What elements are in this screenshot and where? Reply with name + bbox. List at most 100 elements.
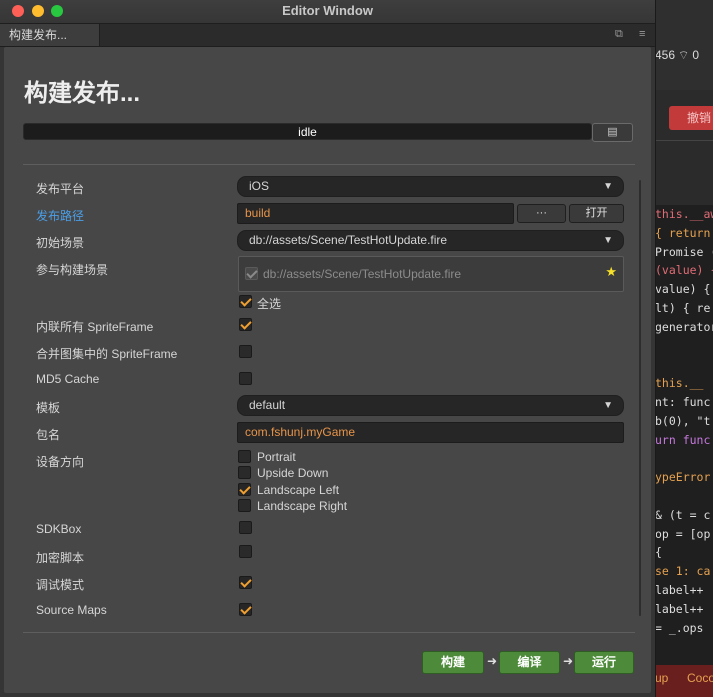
background-app: 456 ⌔ 0 撤销 this.__aw { return Promise ( (valu… — [655, 0, 713, 697]
source-maps-checkbox[interactable] — [239, 603, 252, 616]
code-line: label++ — [655, 582, 704, 597]
code-line: op = [op — [655, 526, 711, 541]
select-all-checkbox[interactable] — [239, 295, 252, 308]
package-name-label: 包名 — [36, 428, 61, 442]
code-line: { — [655, 545, 662, 560]
background-bottom-tab[interactable]: up — [655, 671, 668, 685]
portrait-checkbox[interactable] — [238, 450, 251, 463]
upside-down-checkbox[interactable] — [238, 466, 251, 479]
background-status-tail: 0 — [692, 48, 699, 62]
select-all-label: 全选 — [257, 297, 282, 311]
landscape-left-checkbox[interactable] — [238, 483, 251, 496]
code-line: this.__aw — [655, 207, 713, 221]
platform-select[interactable]: iOS ▼ — [237, 176, 624, 197]
code-line: b(0), "t — [655, 413, 711, 428]
code-line: { return — [655, 225, 711, 240]
merge-atlas-checkbox[interactable] — [239, 345, 252, 358]
inline-spriteframes-checkbox[interactable] — [239, 318, 252, 331]
landscape-left-label: Landscape Left — [257, 483, 340, 497]
code-line: value) { — [655, 282, 711, 297]
document-icon: ▤ — [607, 126, 618, 138]
landscape-right-checkbox[interactable] — [238, 499, 251, 512]
tab-build-publish[interactable]: 构建发布... — [0, 24, 100, 46]
compile-button[interactable]: 编译 — [499, 651, 560, 674]
source-maps-label: Source Maps — [36, 603, 107, 617]
code-line: Promise ( — [655, 244, 713, 259]
included-scenes-label: 参与构建场景 — [36, 263, 109, 277]
code-line: se 1: ca — [655, 564, 711, 579]
background-divider — [655, 140, 713, 141]
star-icon: ★ — [605, 264, 617, 279]
code-line: = _.ops — [655, 620, 704, 635]
build-button[interactable]: 构建 — [422, 651, 484, 674]
chevron-down-icon: ▼ — [603, 181, 613, 192]
start-scene-label: 初始场景 — [36, 236, 85, 250]
code-line: nt: func — [655, 394, 711, 409]
scrollbar[interactable] — [639, 180, 641, 616]
encrypt-js-checkbox[interactable] — [239, 545, 252, 558]
upside-down-label: Upside Down — [257, 466, 329, 480]
title-bar[interactable]: Editor Window — [0, 0, 655, 24]
code-line: lt) { re — [655, 300, 711, 315]
encrypt-js-label: 加密脚本 — [36, 551, 85, 565]
run-button[interactable]: 运行 — [574, 651, 634, 674]
background-code-editor[interactable]: this.__aw { return Promise ( (value) { value… — [655, 205, 713, 665]
window-title: Editor Window — [282, 3, 373, 18]
debug-mode-label: 调试模式 — [36, 578, 85, 592]
landscape-right-label: Landscape Right — [257, 499, 348, 513]
sdkbox-checkbox[interactable] — [239, 521, 252, 534]
code-line: label++ — [655, 601, 704, 616]
chevron-down-icon: ▼ — [603, 235, 613, 246]
build-path-label[interactable]: 发布路径 — [36, 207, 84, 224]
code-line: (value) { — [655, 263, 713, 278]
scene-checkbox[interactable] — [245, 267, 258, 280]
menu-icon[interactable]: ≡ — [639, 28, 645, 40]
background-status: 456 ⌔ 0 — [655, 48, 699, 63]
md5-cache-checkbox[interactable] — [239, 372, 252, 385]
page-title: 构建发布... — [24, 80, 141, 107]
code-line: & (t = c — [655, 507, 711, 522]
background-status-text: 456 — [655, 48, 676, 62]
code-line: generator — [655, 319, 713, 334]
orientation-label: 设备方向 — [36, 455, 85, 469]
template-select[interactable]: default ▼ — [237, 395, 624, 416]
wifi-icon: ⌔ — [678, 48, 690, 62]
tab-bar: 构建发布... ⧉ ≡ — [0, 24, 655, 47]
build-panel: 构建发布... idle ▤ 发布平台 iOS ▼ 发布路径 build ···… — [4, 47, 651, 693]
scene-path: db://assets/Scene/TestHotUpdate.fire — [263, 267, 462, 281]
start-scene-value: db://assets/Scene/TestHotUpdate.fire — [249, 233, 448, 247]
background-topbar — [655, 0, 713, 90]
editor-window: Editor Window 构建发布... ⧉ ≡ 构建发布... idle ▤… — [0, 0, 656, 697]
browse-button[interactable]: ··· — [517, 204, 566, 223]
build-path-input[interactable]: build — [237, 203, 514, 224]
divider — [23, 164, 635, 165]
code-line: this.__ — [655, 376, 704, 391]
popout-icon[interactable]: ⧉ — [615, 28, 623, 41]
template-label: 模板 — [36, 401, 61, 415]
debug-mode-checkbox[interactable] — [239, 576, 252, 589]
sdkbox-label: SDKBox — [36, 522, 82, 536]
start-scene-select[interactable]: db://assets/Scene/TestHotUpdate.fire ▼ — [237, 230, 624, 251]
md5-cache-label: MD5 Cache — [36, 372, 100, 386]
code-line: urn func — [655, 432, 711, 447]
chevron-down-icon: ▼ — [603, 400, 613, 411]
build-status-bar: idle — [23, 123, 592, 140]
open-folder-button[interactable]: 打开 — [569, 204, 624, 223]
divider — [23, 632, 635, 633]
merge-atlas-label: 合并图集中的 SpriteFrame — [36, 347, 178, 361]
platform-label: 发布平台 — [36, 182, 85, 196]
template-value: default — [249, 398, 286, 412]
open-project-button[interactable]: ▤ — [592, 123, 633, 142]
platform-value: iOS — [249, 179, 270, 193]
portrait-label: Portrait — [257, 450, 296, 464]
arrow-right-icon: ➜ — [487, 654, 498, 668]
background-undo-button[interactable]: 撤销 — [669, 106, 713, 130]
scene-list: db://assets/Scene/TestHotUpdate.fire ★ — [238, 256, 624, 292]
background-bottom-tab[interactable]: Coco — [687, 671, 713, 685]
inline-spriteframes-label: 内联所有 SpriteFrame — [36, 320, 154, 334]
package-name-input[interactable]: com.fshunj.myGame — [237, 422, 624, 443]
